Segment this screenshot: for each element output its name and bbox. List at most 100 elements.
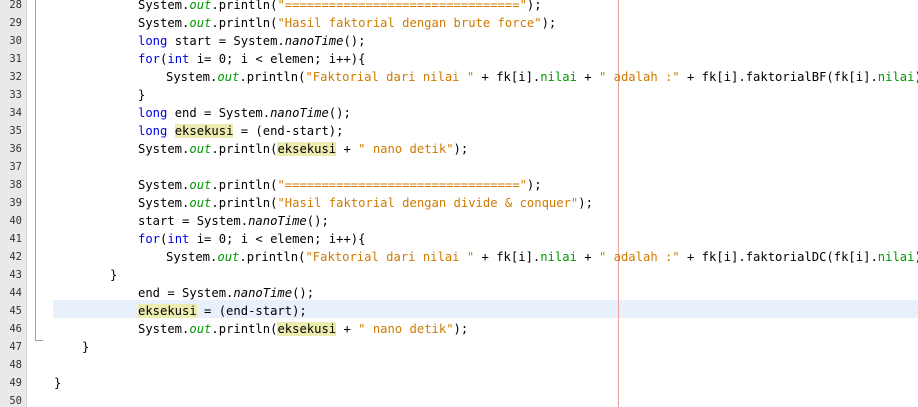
- code-token: out: [189, 0, 212, 12]
- line-number: 46: [9, 323, 22, 335]
- code-token: nilai: [877, 70, 915, 84]
- code-token: out: [189, 322, 212, 336]
- right-margin-line: [618, 0, 619, 407]
- code-token: " adalah :": [598, 70, 680, 84]
- code-token: ));: [914, 250, 918, 264]
- line-number: 37: [9, 161, 22, 173]
- line-number: 48: [9, 359, 22, 371]
- code-line[interactable]: System.out.println("Hasil faktorial deng…: [138, 194, 593, 212]
- code-line[interactable]: eksekusi = (end-start);: [138, 302, 307, 320]
- line-number: 44: [9, 287, 22, 299]
- code-token: long: [138, 34, 168, 48]
- code-token: int: [167, 52, 190, 66]
- line-number: 43: [9, 269, 22, 281]
- code-line[interactable]: long eksekusi = (end-start);: [138, 122, 343, 140]
- code-token: out: [217, 70, 240, 84]
- code-token: eksekusi: [277, 322, 337, 336]
- code-token: }: [138, 88, 146, 102]
- code-line[interactable]: System.out.println("====================…: [138, 176, 542, 194]
- code-token: );: [526, 0, 542, 12]
- code-line[interactable]: start = System.nanoTime();: [138, 212, 329, 230]
- code-token: long: [138, 124, 168, 138]
- code-token: }: [54, 376, 62, 390]
- code-token: +: [576, 250, 599, 264]
- line-number: 32: [9, 71, 22, 83]
- code-token: System.: [138, 196, 190, 210]
- code-token: System.: [166, 70, 218, 84]
- code-token: out: [217, 250, 240, 264]
- code-token: i= 0; i < elemen; i++){: [189, 232, 366, 246]
- code-token: +: [336, 322, 359, 336]
- code-token: nanoTime: [233, 286, 293, 300]
- code-token: = (end-start);: [233, 124, 344, 138]
- code-line[interactable]: System.out.println("Faktorial dari nilai…: [166, 248, 918, 266]
- code-token: +: [336, 142, 359, 156]
- code-line[interactable]: System.out.println(eksekusi + " nano det…: [138, 140, 468, 158]
- code-token: +: [576, 70, 599, 84]
- code-token: "================================": [277, 0, 527, 12]
- code-token: "Hasil faktorial dengan brute force": [277, 16, 542, 30]
- code-token: "Faktorial dari nilai ": [305, 250, 475, 264]
- line-number: 41: [9, 233, 22, 245]
- code-token: System.: [138, 142, 190, 156]
- fold-guide-line: [35, 0, 36, 340]
- code-token: System.: [138, 178, 190, 192]
- code-line[interactable]: System.out.println("Hasil faktorial deng…: [138, 14, 556, 32]
- code-token: out: [189, 196, 212, 210]
- code-token: );: [578, 196, 593, 210]
- code-token: .println(: [211, 322, 278, 336]
- code-line[interactable]: }: [82, 338, 89, 356]
- line-number: 28: [9, 0, 22, 11]
- code-token: out: [189, 142, 212, 156]
- code-token: "================================": [277, 178, 527, 192]
- code-token: );: [541, 16, 557, 30]
- code-line[interactable]: long start = System.nanoTime();: [138, 32, 365, 50]
- code-line[interactable]: System.out.println(eksekusi + " nano det…: [138, 320, 468, 338]
- line-number: 31: [9, 53, 22, 65]
- code-line[interactable]: for(int i= 0; i < elemen; i++){: [138, 50, 365, 68]
- code-line[interactable]: System.out.println("Faktorial dari nilai…: [166, 68, 918, 86]
- line-number: 47: [9, 341, 22, 353]
- code-token: out: [189, 16, 212, 30]
- code-token: + fk[i].faktorialBF(fk[i].: [679, 70, 878, 84]
- code-line[interactable]: end = System.nanoTime();: [138, 284, 314, 302]
- code-token: .println(: [239, 70, 306, 84]
- code-token: nilai: [540, 70, 577, 84]
- code-token: start = System.: [138, 214, 249, 228]
- code-token: .println(: [211, 196, 278, 210]
- code-token: System.: [166, 250, 218, 264]
- code-line[interactable]: }: [138, 86, 145, 104]
- code-token: .println(: [211, 178, 278, 192]
- code-token: );: [453, 322, 469, 336]
- code-line[interactable]: }: [110, 266, 117, 284]
- line-number-gutter: 28 29 30 31 32 33 34 35 36 37 38 39 40 41 42 43 44 45 46 47…: [0, 0, 27, 407]
- code-line[interactable]: System.out.println("====================…: [138, 0, 542, 14]
- code-token: " nano detik": [358, 322, 454, 336]
- code-token: ();: [292, 286, 315, 300]
- code-token: .println(: [239, 250, 306, 264]
- code-line[interactable]: for(int i= 0; i < elemen; i++){: [138, 230, 365, 248]
- line-number: 33: [9, 89, 22, 101]
- code-token: for: [138, 232, 161, 246]
- line-number: 35: [9, 125, 22, 137]
- code-token: eksekusi: [277, 142, 337, 156]
- code-editor[interactable]: 28 29 30 31 32 33 34 35 36 37 38 39 40 41 42 43 44 45 46 47…: [0, 0, 918, 407]
- line-number: 45: [9, 305, 22, 317]
- code-token: .println(: [211, 0, 278, 12]
- code-token: eksekusi: [138, 304, 197, 318]
- code-token: = (end-start);: [196, 304, 307, 318]
- line-number: 30: [9, 35, 22, 47]
- code-token: long: [138, 106, 168, 120]
- code-token: " adalah :": [598, 250, 680, 264]
- code-token: ();: [328, 106, 351, 120]
- code-token: ();: [343, 34, 366, 48]
- code-token: System.: [138, 16, 190, 30]
- code-token: ();: [306, 214, 329, 228]
- line-number: 50: [9, 395, 22, 407]
- code-line[interactable]: }: [54, 374, 61, 392]
- code-token: "Hasil faktorial dengan divide & conquer…: [277, 196, 579, 210]
- line-number: 40: [9, 215, 22, 227]
- code-line[interactable]: long end = System.nanoTime();: [138, 104, 351, 122]
- code-token: nanoTime: [248, 214, 307, 228]
